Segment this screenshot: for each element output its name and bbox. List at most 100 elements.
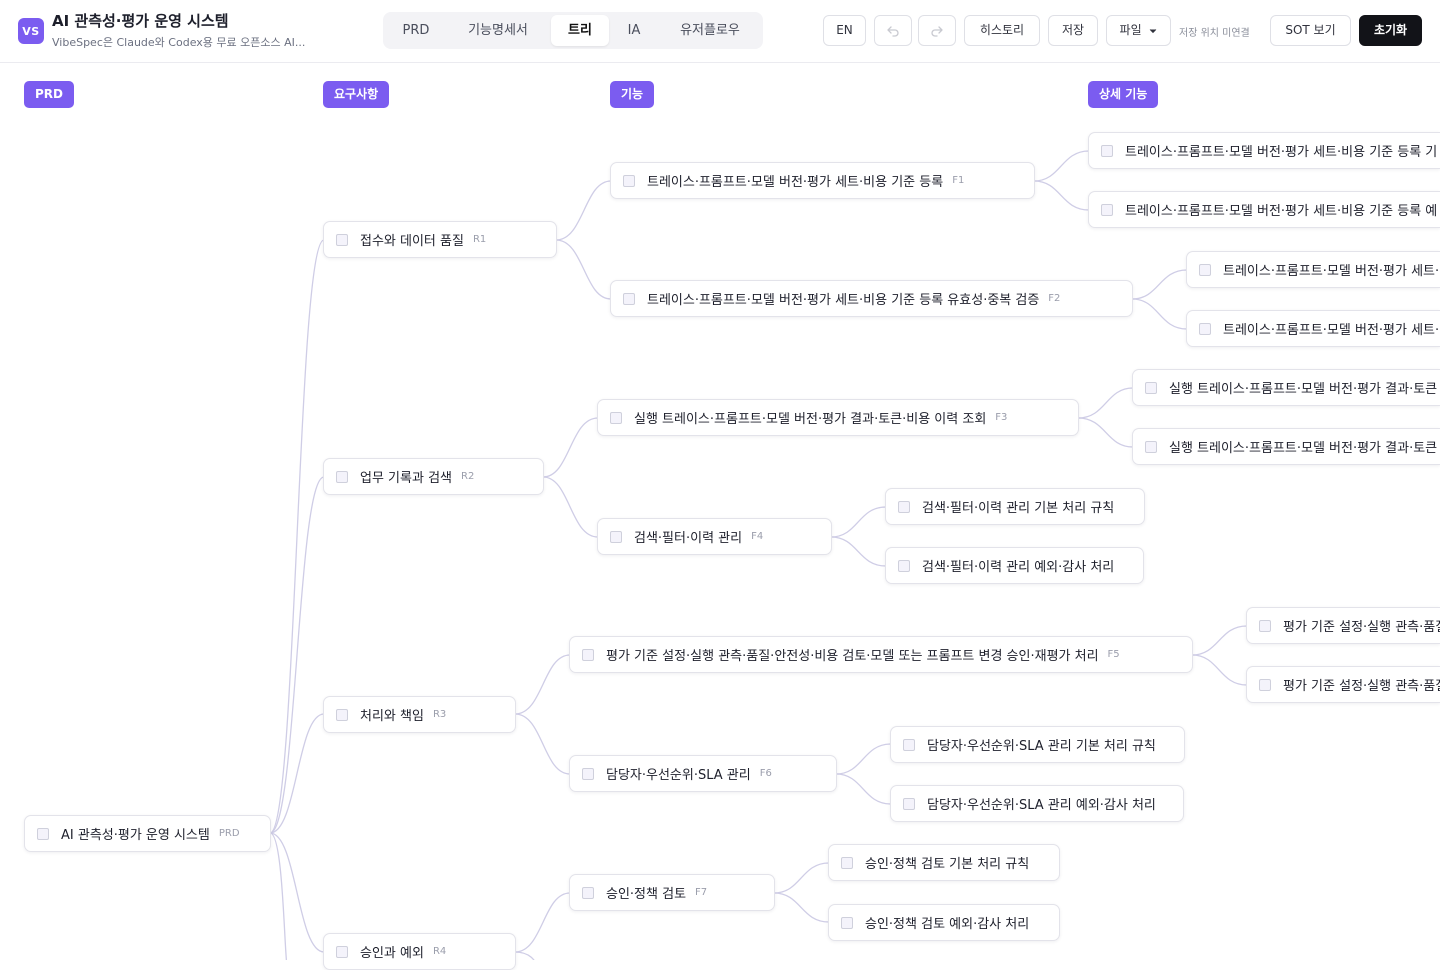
tree-node-d2[interactable]: 트레이스·프롬프트·모델 버전·평가 세트·비용 기준 등록 예 [1088, 191, 1440, 228]
tree-node-r2[interactable]: 업무 기록과 검색 R2 [323, 458, 544, 495]
node-code: F4 [751, 531, 764, 542]
node-label: 승인·정책 검토 예외·감사 처리 [865, 917, 1030, 932]
node-checkbox[interactable] [582, 886, 594, 899]
tree-node-f7[interactable]: 승인·정책 검토 F7 [569, 874, 775, 911]
node-label: 트레이스·프롬프트·모델 버전·평가 세트· [1223, 323, 1440, 338]
connector-r4-f8 [514, 951, 535, 960]
node-label: 승인·정책 검토 기본 처리 규칙 [865, 857, 1030, 872]
node-checkbox[interactable] [610, 530, 622, 543]
node-checkbox[interactable] [898, 559, 910, 572]
node-checkbox[interactable] [582, 767, 594, 780]
tree-node-root[interactable]: AI 관측성·평가 운영 시스템 PRD [24, 815, 271, 852]
tree-node-f6[interactable]: 담당자·우선순위·SLA 관리 F6 [569, 755, 837, 792]
tree-node-f4[interactable]: 검색·필터·이력 관리 F4 [597, 518, 832, 555]
connector-f6-d12 [835, 773, 892, 805]
node-checkbox[interactable] [1145, 440, 1157, 453]
tree-node-r3[interactable]: 처리와 책임 R3 [323, 696, 516, 733]
tree-node-d10[interactable]: 평가 기준 설정·실행 관측·품질 [1246, 666, 1440, 703]
node-checkbox[interactable] [898, 500, 910, 513]
node-label: 실행 트레이스·프롬프트·모델 버전·평가 결과·토큰 [1169, 441, 1438, 456]
node-checkbox[interactable] [1145, 381, 1157, 394]
tree-node-d13[interactable]: 승인·정책 검토 기본 처리 규칙 [828, 844, 1060, 881]
tree-node-f2[interactable]: 트레이스·프롬프트·모델 버전·평가 세트·비용 기준 등록 유효성·중복 검증… [610, 280, 1133, 317]
node-checkbox[interactable] [1199, 263, 1211, 276]
tree-node-d5[interactable]: 실행 트레이스·프롬프트·모델 버전·평가 결과·토큰 [1132, 369, 1440, 406]
connector-f4-d7 [830, 506, 887, 538]
node-checkbox[interactable] [336, 945, 348, 958]
node-label: 승인·정책 검토 [606, 887, 687, 902]
node-label: 평가 기준 설정·실행 관측·품질·안전성·비용 검토·모델 또는 프롬프트 변… [606, 649, 1099, 664]
node-checkbox[interactable] [1259, 678, 1271, 691]
column-header-requirements: 요구사항 [323, 81, 390, 108]
node-checkbox[interactable] [37, 827, 49, 840]
node-checkbox[interactable] [903, 797, 915, 810]
connector-root-r1 [269, 239, 325, 834]
column-header-features: 기능 [610, 81, 655, 108]
tree-node-f1[interactable]: 트레이스·프롬프트·모델 버전·평가 세트·비용 기준 등록 F1 [610, 162, 1035, 199]
node-label: 담당자·우선순위·SLA 관리 예외·감사 처리 [927, 798, 1156, 813]
node-code: F1 [952, 175, 965, 186]
column-header-prd: PRD [24, 81, 74, 108]
node-label: 실행 트레이스·프롬프트·모델 버전·평가 결과·토큰·비용 이력 조회 [634, 412, 987, 427]
connector-f4-d8 [830, 536, 887, 567]
node-label: 트레이스·프롬프트·모델 버전·평가 세트· [1223, 264, 1440, 279]
tree-node-d12[interactable]: 담당자·우선순위·SLA 관리 예외·감사 처리 [890, 785, 1184, 822]
node-label: 트레이스·프롬프트·모델 버전·평가 세트·비용 기준 등록 기 [1125, 145, 1438, 160]
tree-node-r1[interactable]: 접수와 데이터 품질 R1 [323, 221, 557, 258]
node-checkbox[interactable] [841, 916, 853, 929]
node-checkbox[interactable] [623, 174, 635, 187]
tree-node-f5[interactable]: 평가 기준 설정·실행 관측·품질·안전성·비용 검토·모델 또는 프롬프트 변… [569, 636, 1193, 673]
node-code: F6 [759, 768, 772, 779]
connector-r1-f1 [555, 180, 612, 241]
node-code: F7 [695, 887, 708, 898]
tree-node-f3[interactable]: 실행 트레이스·프롬프트·모델 버전·평가 결과·토큰·비용 이력 조회 F3 [597, 399, 1079, 436]
node-checkbox[interactable] [336, 233, 348, 246]
connector-r4-f7 [514, 892, 571, 953]
tree-node-r4[interactable]: 승인과 예외 R4 [323, 933, 516, 970]
tree-node-d9[interactable]: 평가 기준 설정·실행 관측·품질 [1246, 607, 1440, 644]
connector-r2-f4 [542, 476, 599, 538]
connector-r1-f2 [555, 239, 612, 300]
node-label: 검색·필터·이력 관리 기본 처리 규칙 [922, 501, 1115, 516]
connector-f6-d11 [835, 743, 892, 775]
node-code: R2 [461, 471, 475, 482]
connector-f3-d5 [1077, 387, 1134, 419]
tree-node-d7[interactable]: 검색·필터·이력 관리 기본 처리 규칙 [885, 488, 1145, 525]
node-code: F3 [995, 412, 1008, 423]
node-checkbox[interactable] [336, 708, 348, 721]
node-checkbox[interactable] [1199, 322, 1211, 335]
node-checkbox[interactable] [336, 470, 348, 483]
node-label: 평가 기준 설정·실행 관측·품질 [1283, 620, 1440, 635]
connector-root-r4 [269, 832, 287, 960]
node-checkbox[interactable] [623, 292, 635, 305]
tree-node-d4[interactable]: 트레이스·프롬프트·모델 버전·평가 세트· [1186, 310, 1440, 347]
node-checkbox[interactable] [610, 411, 622, 424]
node-checkbox[interactable] [1101, 144, 1113, 157]
connector-f3-d6 [1077, 417, 1134, 448]
connector-f7-d13 [773, 862, 830, 894]
tree-node-d14[interactable]: 승인·정책 검토 예외·감사 처리 [828, 904, 1060, 941]
node-label: 트레이스·프롬프트·모델 버전·평가 세트·비용 기준 등록 [647, 175, 944, 190]
node-label: 접수와 데이터 품질 [360, 234, 464, 249]
connector-f1-d2 [1033, 180, 1090, 211]
node-code: F2 [1048, 293, 1061, 304]
node-checkbox[interactable] [1101, 203, 1113, 216]
connector-root-r3 [269, 713, 325, 834]
node-label: AI 관측성·평가 운영 시스템 [61, 828, 210, 843]
tree-node-d1[interactable]: 트레이스·프롬프트·모델 버전·평가 세트·비용 기준 등록 기 [1088, 132, 1440, 169]
node-label: 담당자·우선순위·SLA 관리 기본 처리 규칙 [927, 739, 1156, 754]
tree-node-d6[interactable]: 실행 트레이스·프롬프트·모델 버전·평가 결과·토큰 [1132, 428, 1440, 465]
tree-node-d8[interactable]: 검색·필터·이력 관리 예외·감사 처리 [885, 547, 1144, 584]
tree-node-d11[interactable]: 담당자·우선순위·SLA 관리 기본 처리 규칙 [890, 726, 1185, 763]
node-checkbox[interactable] [582, 648, 594, 661]
node-label: 처리와 책임 [360, 709, 424, 724]
node-checkbox[interactable] [903, 738, 915, 751]
node-code: F5 [1107, 649, 1120, 660]
connector-f1-d1 [1033, 150, 1090, 182]
node-label: 평가 기준 설정·실행 관측·품질 [1283, 679, 1440, 694]
node-checkbox[interactable] [841, 856, 853, 869]
node-checkbox[interactable] [1259, 619, 1271, 632]
node-label: 트레이스·프롬프트·모델 버전·평가 세트·비용 기준 등록 예 [1125, 204, 1438, 219]
node-code: PRD [218, 828, 240, 839]
tree-node-d3[interactable]: 트레이스·프롬프트·모델 버전·평가 세트· [1186, 251, 1440, 288]
